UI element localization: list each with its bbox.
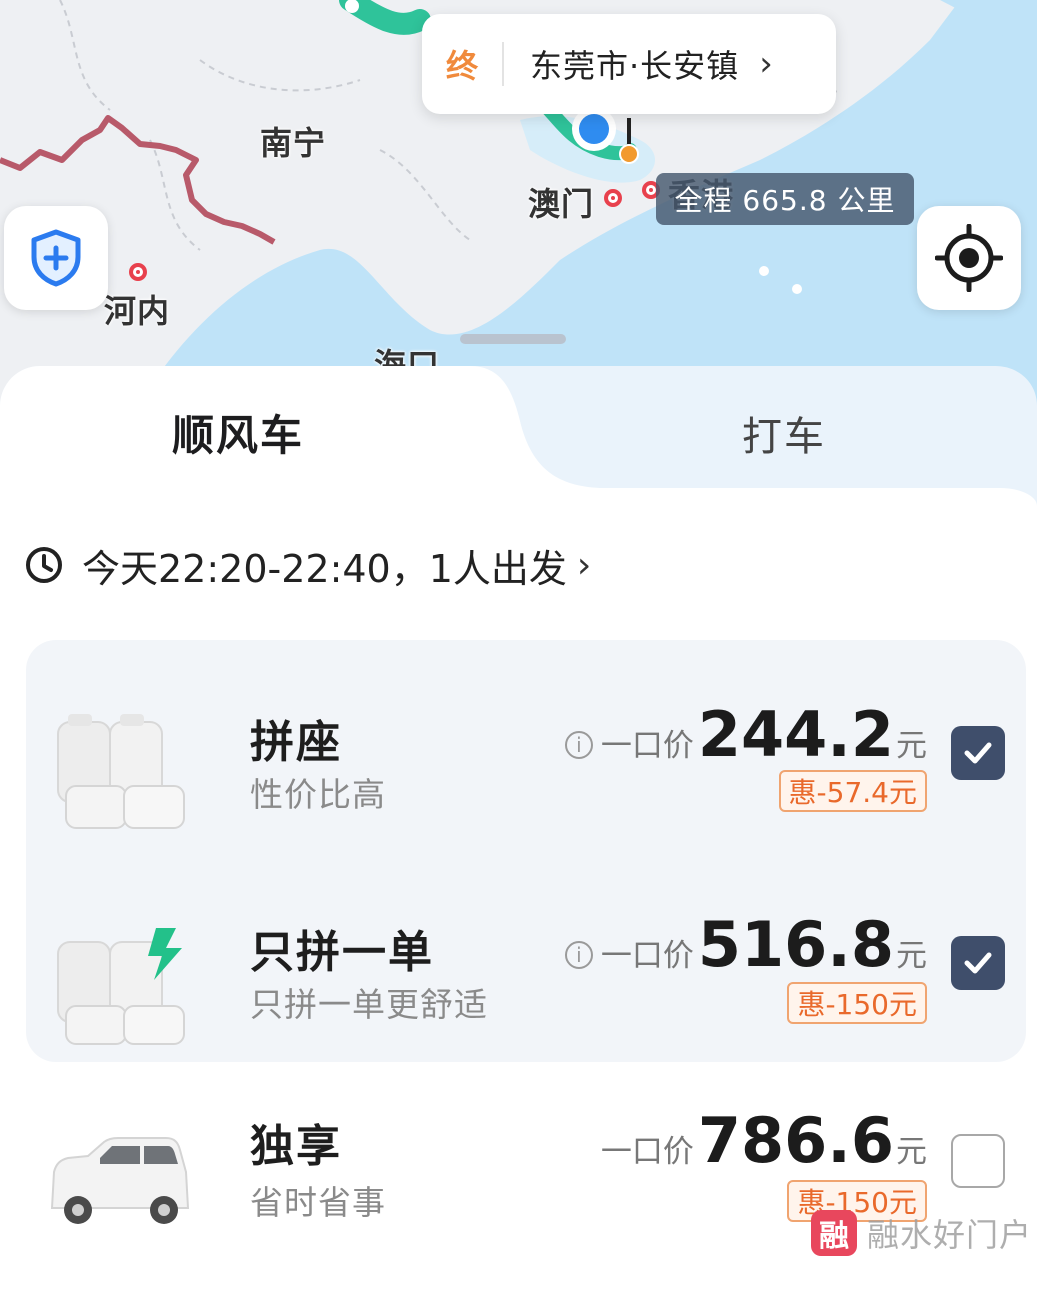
price-row: 一口价 786.6 元 bbox=[601, 1104, 927, 1177]
watermark-text: 融水好门户 bbox=[867, 1216, 1033, 1254]
car-icon bbox=[50, 1137, 190, 1224]
sheet-drag-handle[interactable] bbox=[460, 334, 566, 344]
shield-plus-icon bbox=[31, 229, 81, 287]
map-label-hanoi: 河内 bbox=[104, 292, 171, 330]
option-subtitle: 性价比高 bbox=[250, 775, 386, 814]
discount-badge: 惠-57.4元 bbox=[778, 770, 927, 812]
map-view[interactable]: 南宁 河内 澳门 香港 海口 终 东莞市·长安镇 › 全程 665.8 公里 bbox=[0, 0, 1037, 420]
price-unit: 元 bbox=[896, 728, 927, 764]
destination-card[interactable]: 终 东莞市·长安镇 › bbox=[422, 14, 836, 114]
checkmark-icon bbox=[964, 742, 992, 764]
option-title: 拼座 bbox=[250, 717, 342, 768]
watermark: 融 融水好门户 bbox=[811, 1210, 1032, 1256]
ride-type-tabs bbox=[0, 366, 1037, 506]
price-unit: 元 bbox=[896, 938, 927, 974]
option-title: 只拼一单 bbox=[250, 927, 434, 978]
destination-name: 东莞市·长安镇 bbox=[530, 47, 740, 85]
macau-poi-icon bbox=[604, 189, 622, 207]
price-prefix: 一口价 bbox=[600, 728, 694, 764]
destination-tag: 终 bbox=[445, 47, 478, 85]
hanoi-poi-icon bbox=[129, 263, 147, 281]
option-duxiang[interactable]: 独享 省时省事 一口价 786.6 元 惠-150元 bbox=[0, 1090, 1037, 1290]
checkmark-icon bbox=[964, 952, 992, 974]
discount-badge: 惠-150元 bbox=[787, 982, 927, 1024]
chevron-right-icon: › bbox=[576, 544, 592, 586]
price-prefix: 一口价 bbox=[600, 1134, 694, 1170]
price-row: i 一口价 516.8 元 bbox=[564, 908, 927, 981]
car-seat-lightning-icon bbox=[57, 928, 185, 1045]
option-checkbox[interactable] bbox=[951, 1134, 1005, 1188]
option-pinzuo[interactable]: 拼座 性价比高 i 一口价 244.2 元 惠-57.4元 bbox=[0, 680, 1037, 880]
price-amount: 786.6 bbox=[697, 1104, 894, 1177]
option-subtitle: 只拼一单更舒适 bbox=[250, 985, 488, 1024]
locate-me-button[interactable] bbox=[917, 206, 1021, 310]
clock-icon bbox=[26, 547, 62, 583]
tab-shunfengche[interactable]: 顺风车 bbox=[172, 402, 304, 463]
price-amount: 244.2 bbox=[697, 698, 894, 771]
price-unit: 元 bbox=[896, 1134, 927, 1170]
option-title: 独享 bbox=[250, 1121, 342, 1172]
info-icon[interactable]: i bbox=[564, 941, 593, 969]
tab-dache[interactable]: 打车 bbox=[742, 404, 826, 462]
option-subtitle: 省时省事 bbox=[250, 1183, 386, 1222]
map-label-nanning: 南宁 bbox=[260, 124, 327, 162]
total-distance-badge: 全程 665.8 公里 bbox=[656, 173, 914, 225]
departure-time-text: 今天22:20-22:40，1人出发 bbox=[82, 546, 567, 591]
info-icon[interactable]: i bbox=[564, 731, 593, 759]
price-amount: 516.8 bbox=[697, 908, 894, 981]
safety-button[interactable] bbox=[4, 206, 108, 310]
departure-time-selector[interactable]: 今天22:20-22:40，1人出发 › bbox=[24, 540, 592, 591]
price-row: i 一口价 244.2 元 bbox=[564, 698, 927, 771]
option-checkbox[interactable] bbox=[951, 936, 1005, 990]
price-prefix: 一口价 bbox=[600, 938, 694, 974]
option-checkbox[interactable] bbox=[951, 726, 1005, 780]
chevron-right-icon: › bbox=[759, 44, 773, 84]
crosshair-icon bbox=[935, 224, 1003, 292]
tabs-shape bbox=[0, 366, 1037, 506]
option-zhipinyidan[interactable]: 只拼一单 只拼一单更舒适 i 一口价 516.8 元 惠-150元 bbox=[0, 890, 1037, 1090]
car-seat-icon bbox=[57, 714, 185, 829]
watermark-logo: 融 bbox=[811, 1210, 857, 1256]
map-label-macau: 澳门 bbox=[528, 185, 595, 223]
